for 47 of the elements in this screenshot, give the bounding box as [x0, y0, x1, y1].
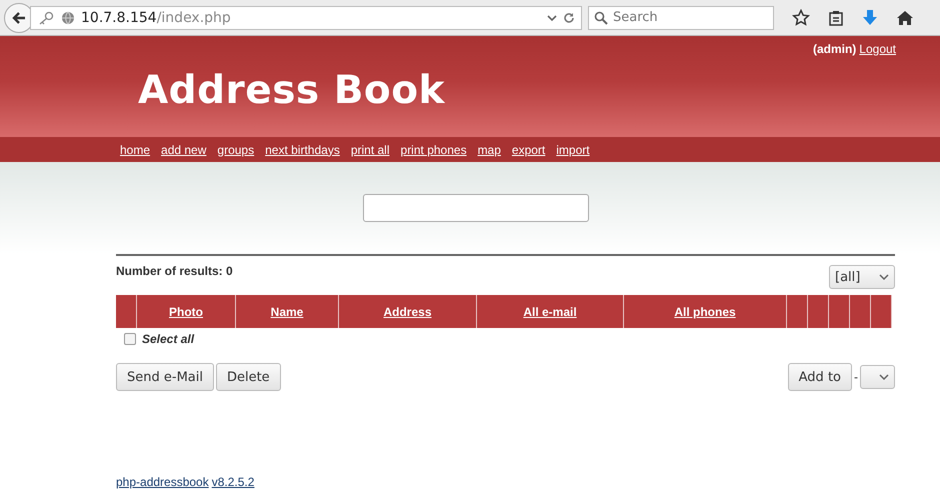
back-arrow-icon [11, 10, 27, 26]
nav-link[interactable]: add new [161, 142, 206, 156]
search-field[interactable]: Search [588, 6, 774, 30]
globe-icon [61, 10, 75, 24]
nav-link[interactable]: groups [217, 142, 254, 156]
column-header-link[interactable]: Address [383, 304, 432, 318]
nav-link[interactable]: print all [350, 142, 390, 156]
action-button[interactable]: Send e-Mail [116, 363, 214, 391]
nav-link[interactable]: print phones [400, 142, 467, 156]
group-select[interactable]: [all] [829, 265, 895, 289]
search-input[interactable] [363, 194, 589, 222]
project-link[interactable]: php-addressbook [116, 475, 209, 489]
nav-link[interactable]: import [556, 142, 590, 156]
home-icon[interactable] [896, 10, 914, 26]
nav-link[interactable]: next birthdays [265, 142, 340, 156]
star-icon[interactable] [792, 8, 810, 26]
nav-link[interactable]: home [120, 142, 150, 156]
action-button[interactable]: Delete [216, 363, 281, 391]
reload-icon[interactable] [563, 12, 575, 24]
header-cell [850, 295, 871, 328]
chevron-down-icon [879, 274, 889, 280]
search-icon [594, 10, 608, 24]
chevron-down-icon [879, 374, 889, 380]
select-all-label: Select all [142, 332, 194, 346]
chevron-down-icon[interactable] [547, 14, 557, 22]
url-text: 10.7.8.154/index.php [81, 10, 232, 26]
results-count: Number of results: 0 [116, 264, 233, 278]
clipboard-icon[interactable] [828, 10, 844, 26]
nav-link[interactable]: map [478, 142, 501, 156]
header-cell [808, 295, 829, 328]
column-header-link[interactable]: All phones [674, 304, 736, 318]
logout-link[interactable]: Logout [859, 42, 896, 56]
column-header-link[interactable]: Photo [169, 304, 203, 318]
username-text: (admin) [812, 42, 856, 56]
column-header-link[interactable]: Name [270, 304, 304, 318]
version-link[interactable]: v8.2.5.2 [212, 475, 254, 489]
add-to-button[interactable]: Add to [788, 363, 852, 391]
header-cell [871, 295, 892, 328]
separator-text: - [854, 370, 858, 384]
download-arrow-icon[interactable] [862, 8, 878, 26]
header-cell [829, 295, 850, 328]
select-all-checkbox[interactable] [124, 333, 136, 345]
address-bar[interactable]: 10.7.8.154/index.php [30, 6, 582, 30]
column-header-link[interactable]: All e-mail [523, 304, 577, 318]
app-title: Address Book [138, 68, 445, 113]
key-icon [37, 10, 55, 24]
nav-link[interactable]: export [512, 142, 546, 156]
